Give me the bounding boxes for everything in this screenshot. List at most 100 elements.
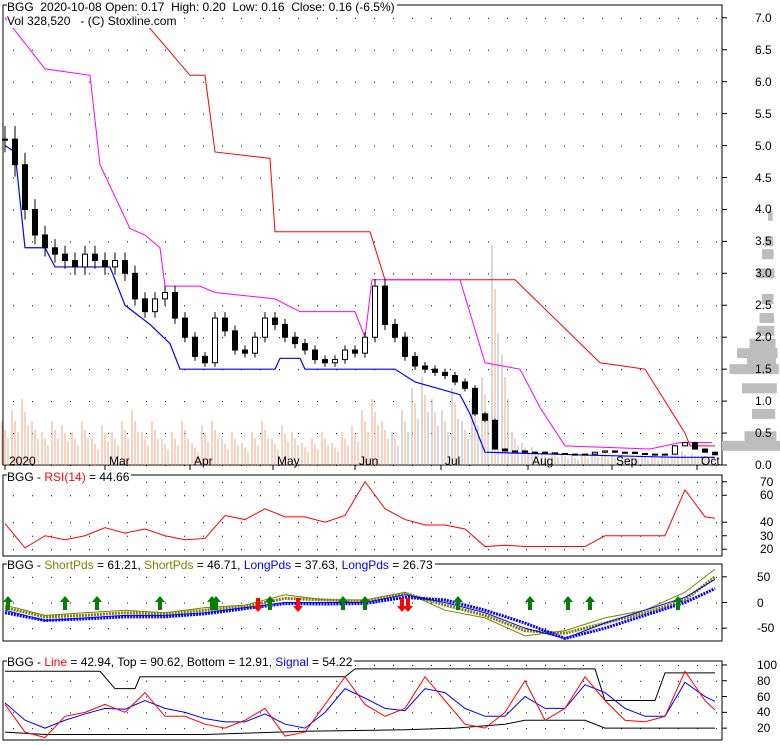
- price-grid-dot: [431, 465, 432, 466]
- rsi-grid-dot: [450, 535, 451, 537]
- osc-grid-dot: [393, 576, 394, 578]
- rsi-grid-dot: [716, 495, 717, 497]
- candle-body: [602, 450, 608, 453]
- price-grid-dot: [260, 209, 261, 211]
- price-grid-dot: [146, 465, 147, 466]
- stoch-grid-dot: [583, 728, 584, 730]
- stoch-grid-dot: [602, 680, 603, 682]
- stoch-grid-dot: [431, 664, 432, 666]
- price-grid-dot: [260, 337, 261, 339]
- price-grid-dot: [108, 209, 109, 211]
- price-grid-dot: [165, 145, 166, 147]
- stoch-grid-dot: [393, 664, 394, 666]
- price-grid-dot: [621, 17, 622, 19]
- rsi-grid-dot: [222, 495, 223, 497]
- price-grid-dot: [317, 241, 318, 243]
- price-grid-dot: [659, 241, 660, 243]
- price-grid-dot: [469, 209, 470, 211]
- price-grid-dot: [469, 145, 470, 147]
- rsi-grid-dot: [716, 549, 717, 551]
- price-grid-dot: [279, 81, 280, 83]
- rsi-name: RSI(14): [44, 470, 86, 484]
- price-grid-dot: [279, 209, 280, 211]
- rsi-grid-dot: [526, 535, 527, 537]
- price-grid-dot: [526, 241, 527, 243]
- stoch-grid-dot: [108, 728, 109, 730]
- rsi-grid-dot: [203, 522, 204, 524]
- osc-grid-dot: [469, 628, 470, 630]
- price-grid-dot: [621, 177, 622, 179]
- osc-grid-dot: [165, 628, 166, 630]
- candle-body: [212, 317, 218, 364]
- rsi-grid-dot: [298, 522, 299, 524]
- osc-grid-dot: [279, 628, 280, 630]
- candle-body: [52, 247, 58, 255]
- price-grid-dot: [659, 145, 660, 147]
- osc-grid-dot: [241, 628, 242, 630]
- price-grid-dot: [51, 273, 52, 275]
- price-grid-dot: [89, 49, 90, 51]
- stoch-grid-dot: [412, 712, 413, 714]
- rsi-grid-dot: [222, 522, 223, 524]
- stoch-grid-dot: [488, 680, 489, 682]
- osc-grid-dot: [602, 576, 603, 578]
- rsi-grid-dot: [127, 522, 128, 524]
- price-grid-dot: [127, 401, 128, 403]
- price-grid-dot: [317, 145, 318, 147]
- rsi-grid-dot: [241, 495, 242, 497]
- rsi-grid-dot: [526, 549, 527, 551]
- price-grid-dot: [526, 17, 527, 19]
- price-grid-dot: [678, 145, 679, 147]
- price-grid-dot: [526, 401, 527, 403]
- stoch-grid-dot: [146, 696, 147, 698]
- price-grid-dot: [507, 113, 508, 115]
- price-grid-dot: [203, 177, 204, 179]
- price-grid-dot: [431, 113, 432, 115]
- price-grid-dot: [51, 401, 52, 403]
- price-grid-dot: [241, 145, 242, 147]
- rsi-grid-dot: [564, 481, 565, 483]
- rsi-grid-dot: [32, 522, 33, 524]
- price-grid-dot: [260, 433, 261, 435]
- price-grid-dot: [279, 17, 280, 19]
- price-grid-dot: [89, 305, 90, 307]
- rsi-y-label: 30: [760, 528, 774, 543]
- price-grid-dot: [222, 337, 223, 339]
- price-grid-dot: [583, 241, 584, 243]
- stoch-grid-dot: [32, 728, 33, 730]
- rsi-grid-dot: [697, 549, 698, 551]
- rsi-grid-dot: [51, 495, 52, 497]
- stoch-y-label: 100: [757, 657, 778, 672]
- price-grid-dot: [355, 81, 356, 83]
- price-grid-dot: [317, 49, 318, 51]
- price-grid-dot: [716, 81, 717, 83]
- candle-body: [112, 260, 118, 268]
- stoch-grid-dot: [222, 696, 223, 698]
- stoch-grid-dot: [621, 680, 622, 682]
- price-grid-dot: [146, 273, 147, 275]
- lower-band-line: [4, 145, 715, 458]
- osc-grid-dot: [32, 628, 33, 630]
- stoch-grid-dot: [108, 696, 109, 698]
- price-y-label: 2.5: [755, 298, 772, 313]
- price-grid-dot: [469, 241, 470, 243]
- rsi-grid-dot: [32, 535, 33, 537]
- price-grid-dot: [564, 81, 565, 83]
- stoch-grid-dot: [716, 664, 717, 666]
- stoch-grid-dot: [697, 696, 698, 698]
- price-grid-dot: [678, 113, 679, 115]
- price-grid-dot: [184, 81, 185, 83]
- price-grid-dot: [412, 177, 413, 179]
- osc-grid-dot: [545, 628, 546, 630]
- volume-profile-bar: [722, 440, 780, 451]
- price-grid-dot: [507, 337, 508, 339]
- stoch-grid-dot: [336, 728, 337, 730]
- price-grid-dot: [222, 433, 223, 435]
- price-grid-dot: [146, 433, 147, 435]
- price-grid-dot: [640, 433, 641, 435]
- rsi-grid-dot: [89, 549, 90, 551]
- osc-grid-dot: [165, 576, 166, 578]
- price-grid-dot: [70, 433, 71, 435]
- stoch-grid-dot: [526, 712, 527, 714]
- shortpds-line-2: [4, 575, 716, 635]
